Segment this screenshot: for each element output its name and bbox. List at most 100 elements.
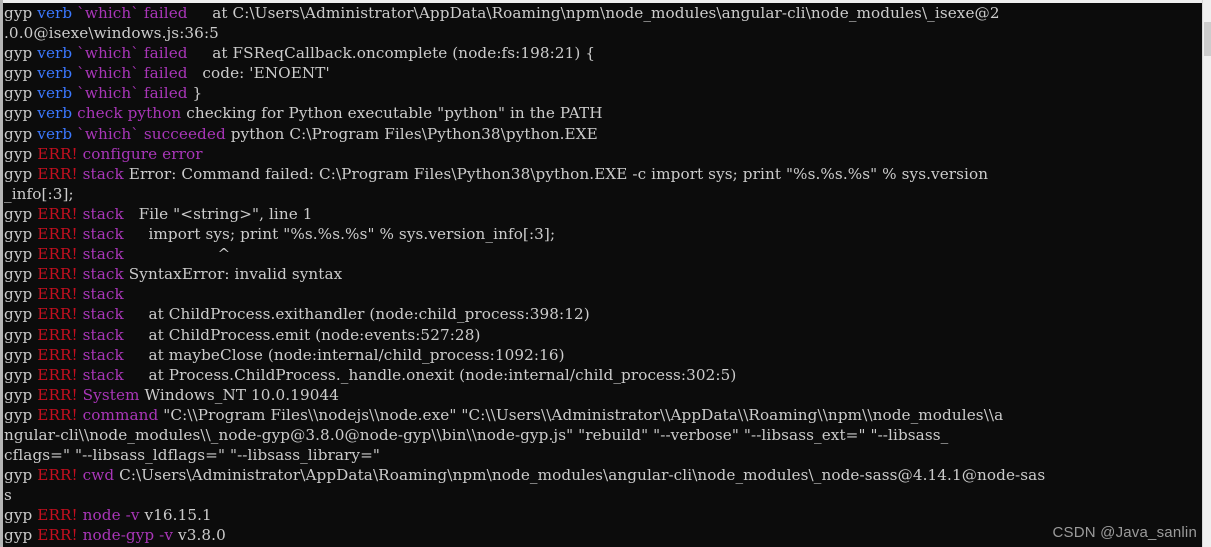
console-segment-plain: import sys; print "%s.%s.%s" % sys.versi… bbox=[123, 225, 556, 244]
console-segment-plain: cflags=" "--libsass_ldflags=" "--libsass… bbox=[4, 446, 380, 465]
console-segment-plain: s bbox=[4, 486, 12, 505]
console-segment-tag: `which` failed bbox=[77, 4, 188, 22]
console-segment-plain: C:\Users\Administrator\AppData\Roaming\n… bbox=[114, 466, 1046, 485]
console-segment-prefix: gyp bbox=[4, 466, 38, 485]
console-segment-err: ERR! bbox=[37, 164, 83, 183]
console-segment-plain: } bbox=[187, 84, 203, 103]
csdn-watermark: CSDN @Java_sanlin bbox=[1052, 524, 1197, 541]
console-segment-prefix: gyp bbox=[4, 204, 38, 223]
console-segment-tag: node-gyp -v bbox=[82, 526, 174, 545]
console-segment-plain: SyntaxError: invalid syntax bbox=[123, 265, 343, 284]
console-segment-err: ERR! bbox=[37, 144, 83, 163]
console-segment-tag: stack bbox=[82, 265, 124, 284]
console-segment-verb: verb bbox=[37, 44, 78, 63]
console-line: gyp ERR! stack import sys; print "%s.%s.… bbox=[4, 224, 1202, 244]
console-segment-prefix: gyp bbox=[4, 4, 38, 22]
console-line: gyp verb check python checking for Pytho… bbox=[4, 103, 1202, 123]
console-segment-prefix: gyp bbox=[4, 385, 38, 404]
console-segment-plain: code: 'ENOENT' bbox=[187, 64, 330, 83]
console-line: gyp ERR! cwd C:\Users\Administrator\AppD… bbox=[4, 465, 1202, 485]
console-segment-plain: at ChildProcess.exithandler (node:child_… bbox=[123, 305, 590, 324]
console-segment-prefix: gyp bbox=[4, 84, 38, 103]
console-segment-prefix: gyp bbox=[4, 325, 38, 344]
console-segment-tag: `which` failed bbox=[77, 84, 188, 103]
console-line: gyp ERR! node-gyp -v v3.8.0 bbox=[4, 525, 1202, 545]
console-line: gyp ERR! stack bbox=[4, 284, 1202, 304]
console-line: gyp ERR! stack ^ bbox=[4, 244, 1202, 264]
console-segment-tag: stack bbox=[82, 204, 124, 223]
console-segment-tag: `which` failed bbox=[77, 64, 188, 83]
console-segment-tag: check python bbox=[77, 104, 182, 123]
console-segment-tag: `which` succeeded bbox=[77, 124, 226, 143]
console-segment-tag: node -v bbox=[82, 506, 140, 525]
console-segment-plain: python C:\Program Files\Python38\python.… bbox=[225, 124, 598, 143]
console-segment-prefix: gyp bbox=[4, 265, 38, 284]
console-segment-prefix: gyp bbox=[4, 144, 38, 163]
console-line: gyp ERR! System Windows_NT 10.0.19044 bbox=[4, 385, 1202, 405]
console-segment-prefix: gyp bbox=[4, 245, 38, 264]
console-segment-tag: configure error bbox=[82, 144, 203, 163]
vertical-scrollbar[interactable] bbox=[1202, 0, 1211, 547]
console-segment-prefix: gyp bbox=[4, 305, 38, 324]
console-segment-verb: verb bbox=[37, 124, 78, 143]
console-line: gyp verb `which` failed code: 'ENOENT' bbox=[4, 63, 1202, 83]
console-segment-err: ERR! bbox=[37, 345, 83, 364]
console-segment-plain: at maybeClose (node:internal/child_proce… bbox=[123, 345, 565, 364]
console-segment-tag: stack bbox=[82, 285, 124, 304]
console-segment-prefix: gyp bbox=[4, 44, 38, 63]
console-segment-plain: .0.0@isexe\windows.js:36:5 bbox=[4, 24, 219, 43]
console-segment-prefix: gyp bbox=[4, 164, 38, 183]
console-segment-plain: _info[:3]; bbox=[4, 184, 74, 203]
console-line: _info[:3]; bbox=[4, 184, 1202, 204]
console-segment-prefix: gyp bbox=[4, 285, 38, 304]
console-segment-prefix: gyp bbox=[4, 104, 38, 123]
console-segment-err: ERR! bbox=[37, 285, 83, 304]
terminal-window[interactable]: gyp verb `which` failed at C:\Users\Admi… bbox=[0, 0, 1211, 547]
console-line: gyp ERR! command "C:\\Program Files\\nod… bbox=[4, 405, 1202, 425]
console-segment-verb: verb bbox=[37, 104, 78, 123]
console-segment-prefix: gyp bbox=[4, 225, 38, 244]
console-segment-plain: Error: Command failed: C:\Program Files\… bbox=[123, 164, 989, 183]
console-line: ngular-cli\\node_modules\\_node-gyp@3.8.… bbox=[4, 425, 1202, 445]
console-line: s bbox=[4, 485, 1202, 505]
scrollbar-thumb[interactable] bbox=[1204, 22, 1211, 56]
console-line: gyp ERR! stack at maybeClose (node:inter… bbox=[4, 345, 1202, 365]
console-segment-tag: stack bbox=[82, 164, 124, 183]
console-segment-prefix: gyp bbox=[4, 365, 38, 384]
console-segment-plain: v16.15.1 bbox=[139, 506, 212, 525]
console-line: gyp ERR! stack Error: Command failed: C:… bbox=[4, 164, 1202, 184]
console-segment-tag: stack bbox=[82, 305, 124, 324]
console-segment-err: ERR! bbox=[37, 305, 83, 324]
console-segment-err: ERR! bbox=[37, 365, 83, 384]
console-segment-plain: File "<string>", line 1 bbox=[123, 204, 313, 223]
console-segment-tag: stack bbox=[82, 345, 124, 364]
console-segment-tag: stack bbox=[82, 325, 124, 344]
console-line: gyp ERR! configure error bbox=[4, 144, 1202, 164]
console-segment-plain: at Process.ChildProcess._handle.onexit (… bbox=[123, 365, 737, 384]
console-segment-plain: v3.8.0 bbox=[173, 526, 226, 545]
console-line: gyp ERR! node -v v16.15.1 bbox=[4, 505, 1202, 525]
console-segment-plain: checking for Python executable "python" … bbox=[181, 104, 603, 123]
console-line: gyp verb `which` failed } bbox=[4, 83, 1202, 103]
console-segment-verb: verb bbox=[37, 64, 78, 83]
console-line: gyp ERR! stack at ChildProcess.exithandl… bbox=[4, 304, 1202, 324]
console-segment-prefix: gyp bbox=[4, 345, 38, 364]
console-segment-prefix: gyp bbox=[4, 124, 38, 143]
console-segment-tag: System bbox=[82, 385, 140, 404]
console-segment-err: ERR! bbox=[37, 506, 83, 525]
console-segment-err: ERR! bbox=[37, 405, 83, 424]
console-segment-tag: cwd bbox=[82, 466, 115, 485]
console-segment-plain: "C:\\Program Files\\nodejs\\node.exe" "C… bbox=[158, 405, 1004, 424]
console-line: .0.0@isexe\windows.js:36:5 bbox=[4, 23, 1202, 43]
console-segment-err: ERR! bbox=[37, 204, 83, 223]
console-output: gyp verb `which` failed at C:\Users\Admi… bbox=[4, 3, 1202, 547]
console-segment-err: ERR! bbox=[37, 245, 83, 264]
console-segment-plain: at C:\Users\Administrator\AppData\Roamin… bbox=[187, 4, 1000, 22]
console-segment-verb: verb bbox=[37, 4, 78, 22]
console-segment-prefix: gyp bbox=[4, 506, 38, 525]
console-segment-err: ERR! bbox=[37, 225, 83, 244]
window-top-edge bbox=[0, 0, 1211, 3]
console-segment-err: ERR! bbox=[37, 265, 83, 284]
console-segment-tag: stack bbox=[82, 365, 124, 384]
console-segment-tag: stack bbox=[82, 225, 124, 244]
